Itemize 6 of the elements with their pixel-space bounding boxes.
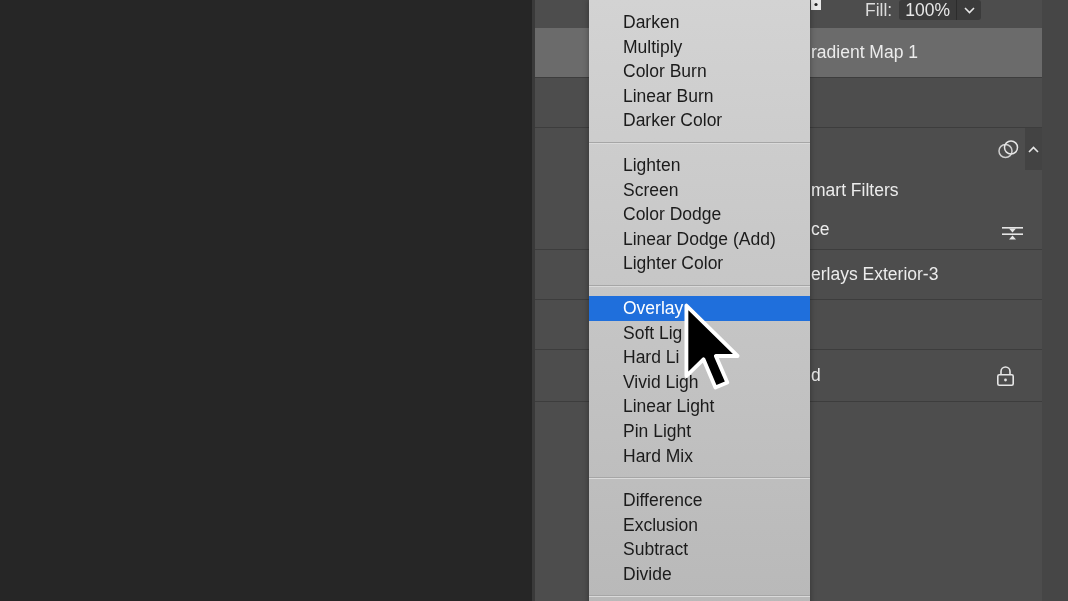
layer-name: mart Filters [811, 178, 899, 202]
layer-name: radient Map 1 [811, 41, 918, 65]
layer-name: ce [811, 218, 830, 242]
layer-name: d [811, 364, 821, 388]
fill-label: Fill: [865, 0, 893, 20]
layer-name: erlays Exterior-3 [811, 263, 939, 287]
